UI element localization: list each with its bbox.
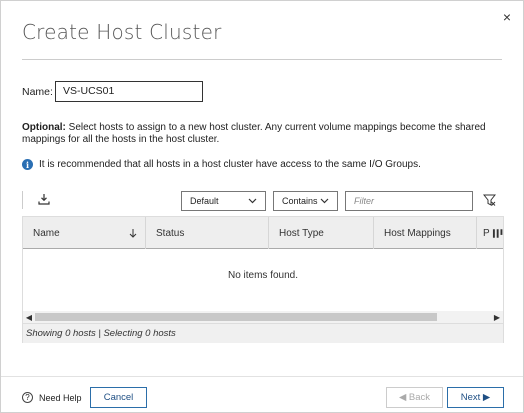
need-help-label: Need Help xyxy=(39,392,82,403)
hosts-table: Name Status Host Type Host Mappings P No… xyxy=(22,216,504,343)
cancel-button[interactable]: Cancel xyxy=(90,387,147,408)
chevron-down-icon xyxy=(320,198,329,204)
scroll-right-icon[interactable]: ▶ xyxy=(491,311,503,323)
chevron-down-icon xyxy=(248,198,257,204)
horizontal-scrollbar[interactable]: ◀ ▶ xyxy=(23,311,503,323)
column-header-truncated[interactable]: P xyxy=(477,217,503,249)
scrollbar-thumb[interactable] xyxy=(35,313,437,321)
name-label: Name: xyxy=(22,86,53,98)
view-select-value: Default xyxy=(190,196,219,206)
empty-table-message: No items found. xyxy=(227,270,299,281)
toolbar-divider xyxy=(22,191,23,209)
info-message: i It is recommended that all hosts in a … xyxy=(22,159,421,170)
title-divider xyxy=(22,59,502,60)
close-icon[interactable]: × xyxy=(503,9,511,25)
column-label: Host Type xyxy=(279,227,324,239)
table-status-text: Showing 0 hosts | Selecting 0 hosts xyxy=(23,323,503,343)
column-chooser-icon[interactable] xyxy=(492,228,503,239)
need-help-link[interactable]: ? Need Help xyxy=(22,392,82,403)
description-body: Select hosts to assign to a new host clu… xyxy=(22,122,486,145)
help-icon: ? xyxy=(22,392,33,403)
next-button[interactable]: Next ▶ xyxy=(447,387,504,408)
name-input[interactable]: VS-UCS01 xyxy=(55,81,203,102)
column-header-host-type[interactable]: Host Type xyxy=(269,217,374,249)
scrollbar-track[interactable] xyxy=(35,312,491,322)
column-header-name[interactable]: Name xyxy=(23,217,146,249)
column-header-host-mappings[interactable]: Host Mappings xyxy=(374,217,477,249)
column-label: Status xyxy=(156,227,185,239)
create-host-cluster-dialog: × Create Host Cluster Name: VS-UCS01 Opt… xyxy=(0,0,524,413)
match-select-value: Contains xyxy=(282,196,318,206)
footer-divider xyxy=(1,376,523,377)
dialog-title: Create Host Cluster xyxy=(22,20,222,44)
view-select[interactable]: Default xyxy=(181,191,266,211)
back-button[interactable]: ◀ Back xyxy=(386,387,443,408)
column-header-status[interactable]: Status xyxy=(146,217,269,249)
column-label: Name xyxy=(33,227,60,239)
scroll-left-icon[interactable]: ◀ xyxy=(23,311,35,323)
filter-input[interactable]: Filter xyxy=(345,191,473,211)
info-icon: i xyxy=(22,159,33,170)
optional-label: Optional: xyxy=(22,122,66,133)
description-text: Optional: Select hosts to assign to a ne… xyxy=(22,122,502,146)
match-select[interactable]: Contains xyxy=(273,191,338,211)
column-label: Host Mappings xyxy=(384,227,451,239)
download-icon[interactable] xyxy=(38,193,50,205)
sort-descending-icon xyxy=(129,229,137,238)
column-label: P xyxy=(483,227,490,239)
clear-filter-icon[interactable] xyxy=(483,193,496,207)
info-text: It is recommended that all hosts in a ho… xyxy=(39,159,421,170)
table-header: Name Status Host Type Host Mappings P xyxy=(23,217,503,249)
